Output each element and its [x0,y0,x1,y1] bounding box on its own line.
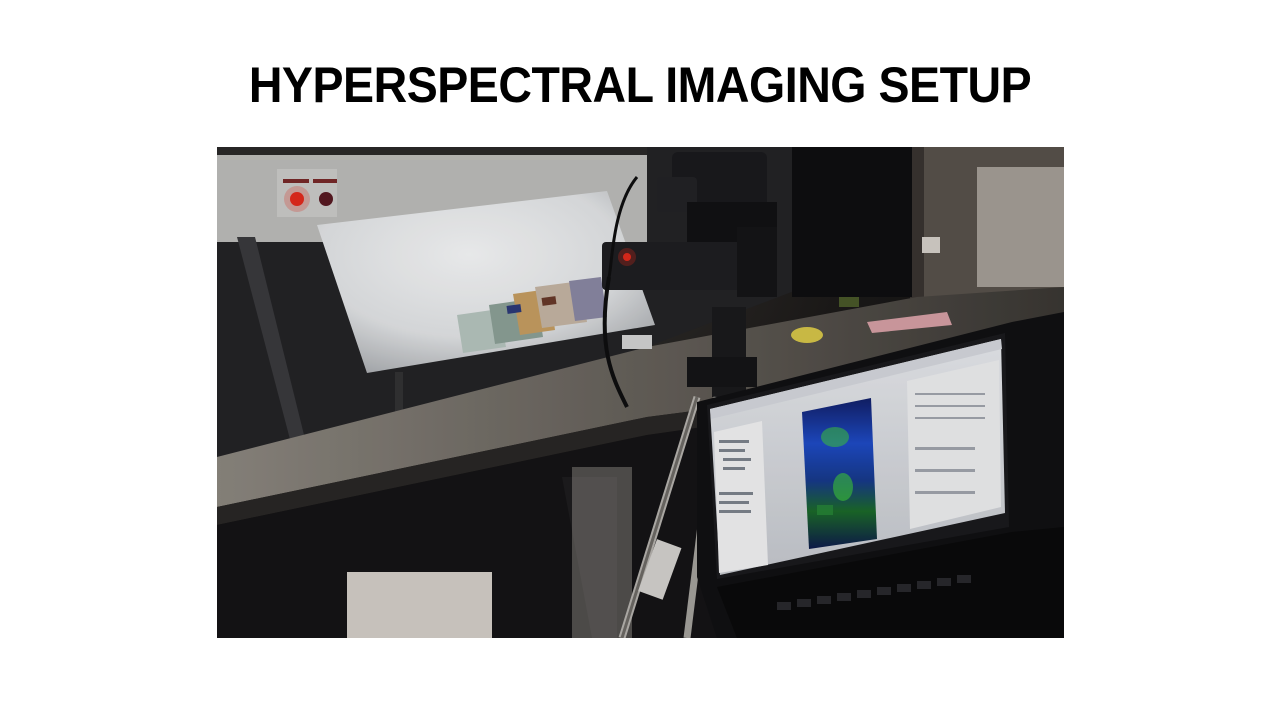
setup-photo-illustration [217,147,1064,638]
setup-photo [217,147,1064,638]
slide: HYPERSPECTRAL IMAGING SETUP [0,0,1280,720]
slide-title: HYPERSPECTRAL IMAGING SETUP [248,57,1032,113]
